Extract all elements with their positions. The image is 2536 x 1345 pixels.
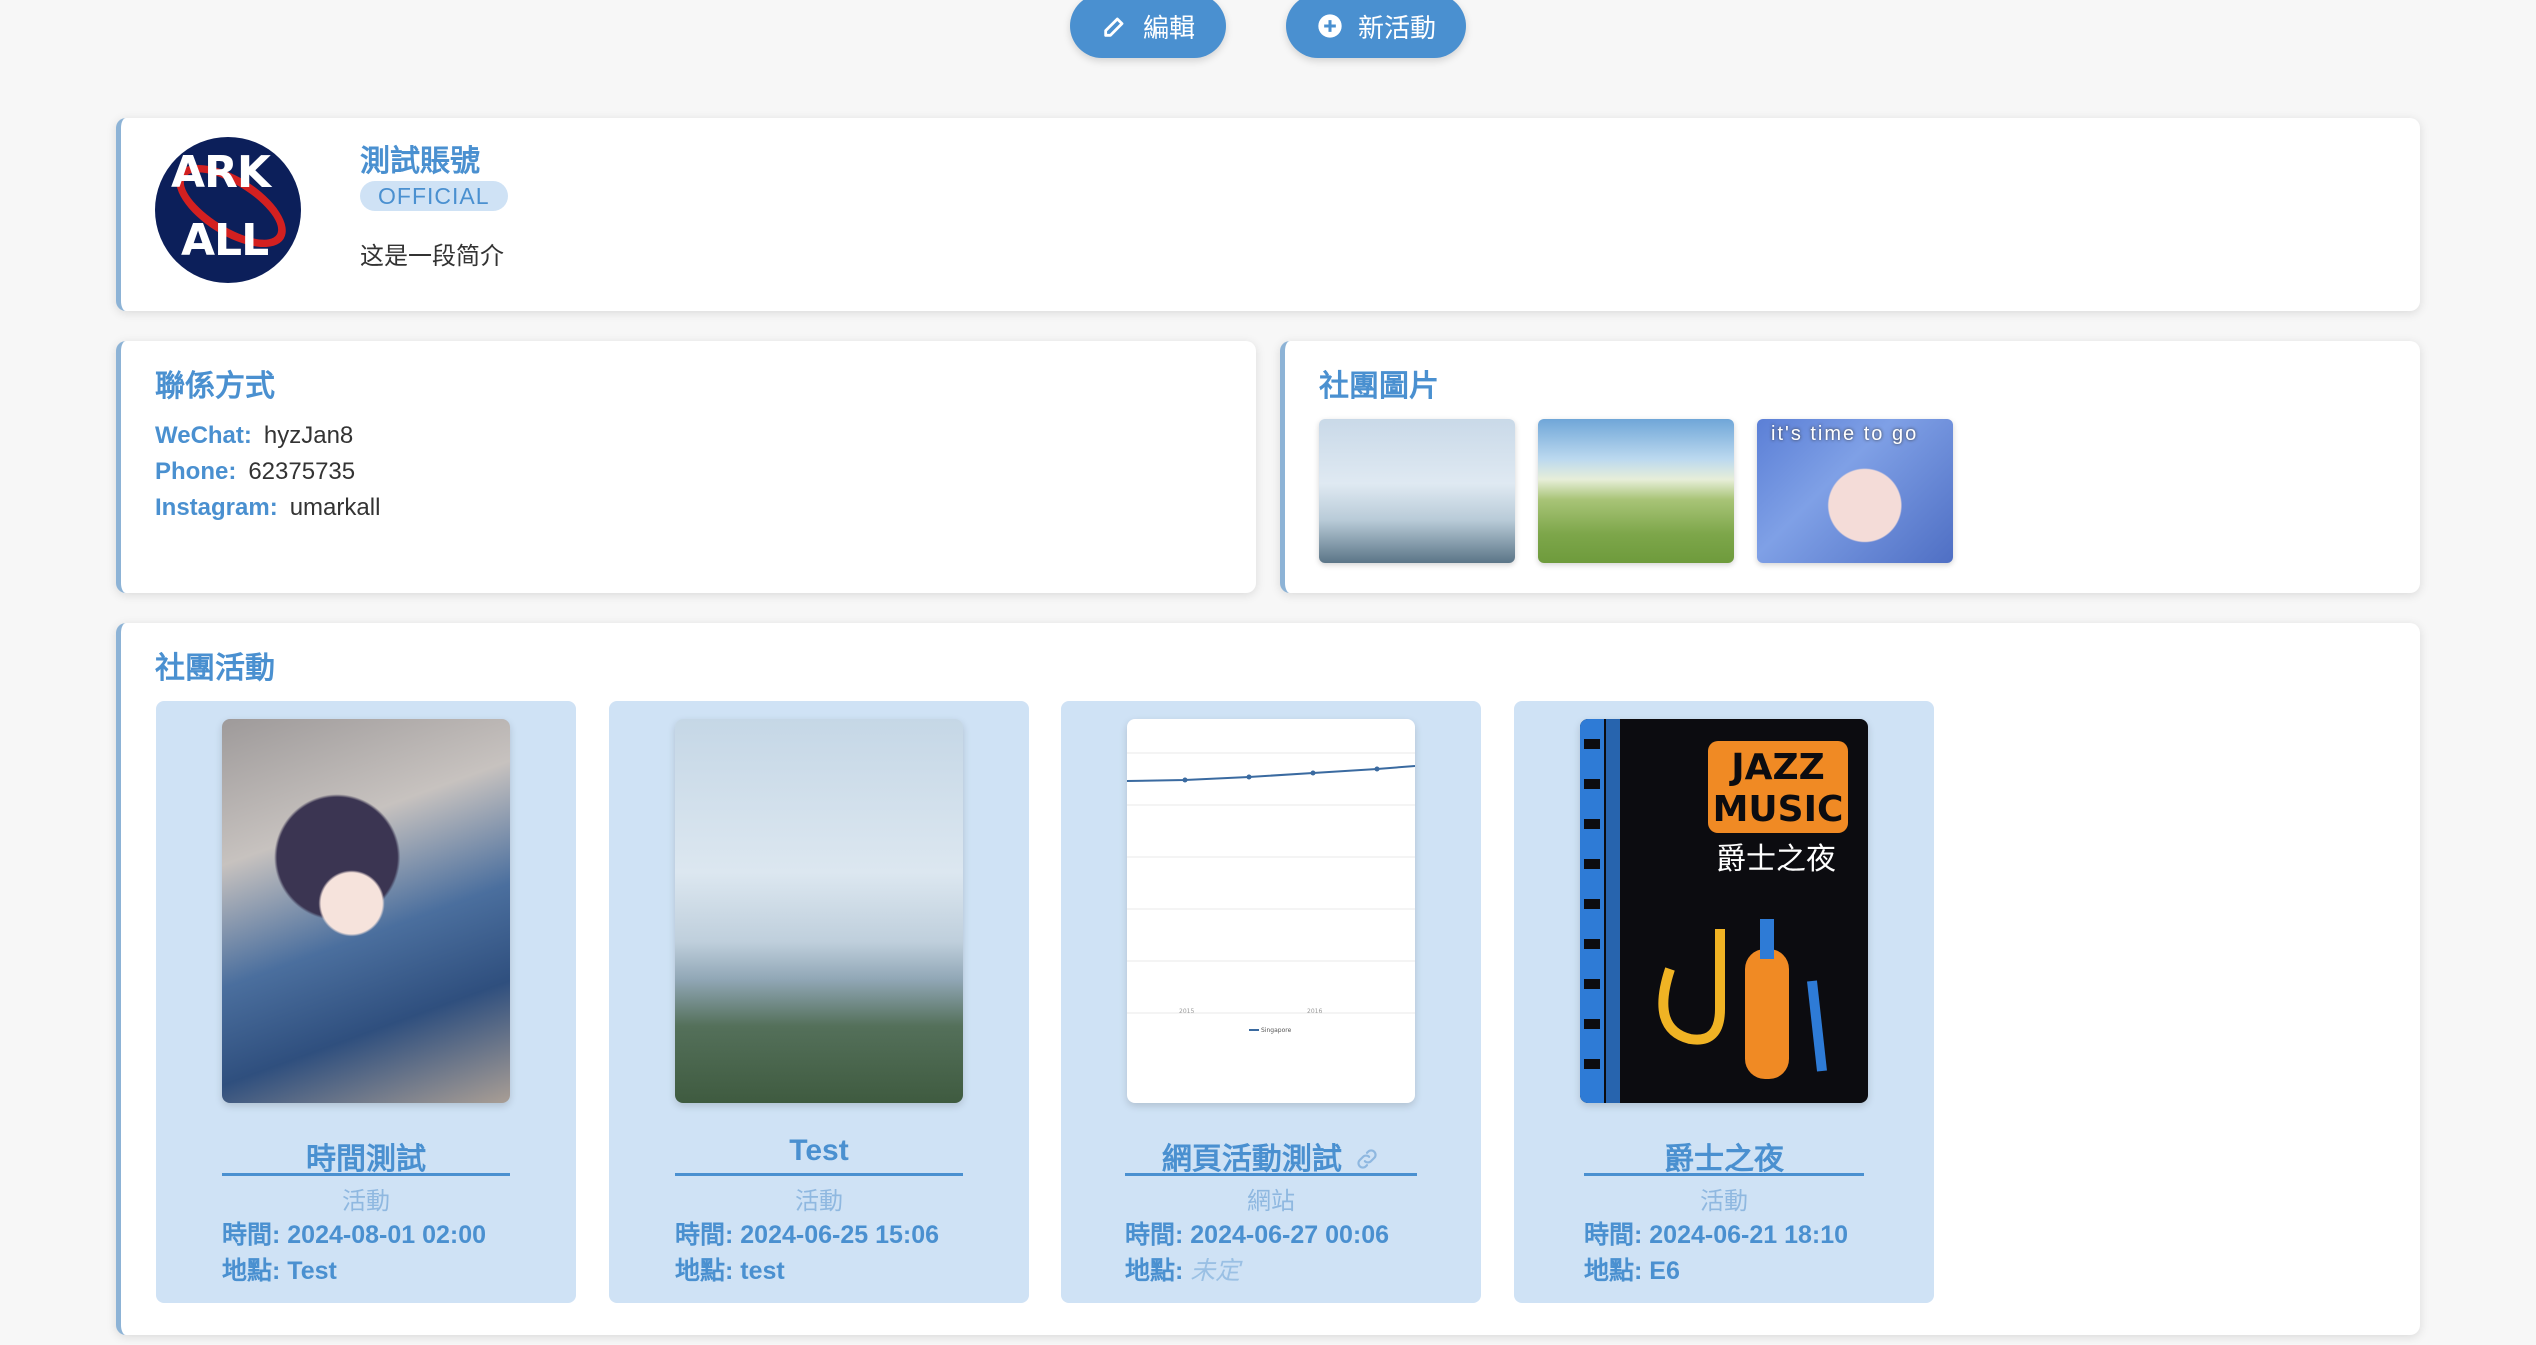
- event-place: 地點: Test: [222, 1251, 337, 1287]
- event-type: 網站: [1247, 1188, 1295, 1215]
- event-title-underline: [1584, 1173, 1864, 1176]
- event-image: [222, 719, 510, 1103]
- chart-tick: 2015: [1179, 1008, 1194, 1015]
- top-toolbar: 編輯 新活動: [0, 0, 2536, 60]
- event-title[interactable]: 時間測試: [156, 1134, 576, 1178]
- event-card[interactable]: 時間測試 活動 時間: 2024-08-01 02:00 地點: Test: [156, 701, 576, 1303]
- place-label: 地點:: [222, 1257, 281, 1285]
- event-title-underline: [222, 1173, 510, 1176]
- contact-title: 聯係方式: [155, 370, 275, 403]
- place-value: E6: [1649, 1257, 1680, 1285]
- place-value: Test: [287, 1257, 337, 1285]
- event-image: 2015 2016 Singapore: [1127, 719, 1415, 1103]
- event-time: 時間: 2024-08-01 02:00: [222, 1215, 486, 1251]
- avatar-text-top: ARK: [171, 147, 271, 198]
- photo-thumbnail[interactable]: [1538, 419, 1734, 563]
- profile-bio: 这是一段简介: [360, 243, 504, 270]
- event-place: 地點: 未定: [1125, 1251, 1240, 1287]
- event-title[interactable]: 網頁活動測試: [1061, 1134, 1481, 1178]
- events-card: 社團活動 時間測試 活動 時間: 2024-08-01 02:00 地點: Te…: [116, 623, 2420, 1335]
- event-place: 地點: test: [675, 1251, 785, 1287]
- event-title-underline: [1125, 1173, 1417, 1176]
- event-card[interactable]: Test 活動 時間: 2024-06-25 15:06 地點: test: [609, 701, 1029, 1303]
- contact-wechat: WeChat: hyzJan8: [155, 422, 353, 450]
- contact-key: Instagram:: [155, 494, 278, 521]
- event-time: 時間: 2024-06-27 00:06: [1125, 1215, 1389, 1251]
- time-label: 時間:: [675, 1221, 734, 1249]
- new-event-button[interactable]: 新活動: [1286, 0, 1466, 58]
- event-type: 活動: [342, 1188, 390, 1215]
- avatar: ARK ALL: [155, 137, 301, 283]
- event-card[interactable]: JAZZ MUSIC 爵士之夜 爵士之夜 活動 時間: 2024-06-21 1…: [1514, 701, 1934, 1303]
- contact-value: umarkall: [289, 494, 381, 521]
- event-place: 地點: E6: [1584, 1251, 1680, 1287]
- poster-line1: JAZZ: [1728, 747, 1824, 788]
- contact-value: hyzJan8: [263, 422, 354, 449]
- event-title-underline: [675, 1173, 963, 1176]
- place-label: 地點:: [675, 1257, 734, 1285]
- time-label: 時間:: [1125, 1221, 1184, 1249]
- photo-thumbnail[interactable]: it's time to go: [1757, 419, 1953, 563]
- event-type: 活動: [1700, 1188, 1748, 1215]
- edit-button[interactable]: 編輯: [1070, 0, 1226, 58]
- photos-card: 社團圖片 it's time to go: [1280, 341, 2420, 593]
- edit-icon: [1104, 17, 1124, 37]
- edit-button-label: 編輯: [1142, 12, 1195, 43]
- place-value: test: [740, 1257, 785, 1285]
- official-badge: OFFICIAL: [360, 181, 508, 211]
- poster-line2: MUSIC: [1713, 789, 1844, 830]
- photo-caption: it's time to go: [1771, 423, 1919, 445]
- time-label: 時間:: [222, 1221, 281, 1249]
- place-value: 未定: [1190, 1257, 1241, 1285]
- event-title[interactable]: 爵士之夜: [1514, 1134, 1934, 1178]
- events-title: 社團活動: [155, 652, 275, 685]
- avatar-text-bottom: ALL: [181, 215, 269, 266]
- poster-subtitle: 爵士之夜: [1716, 842, 1836, 877]
- event-card[interactable]: 2015 2016 Singapore 網頁活動測試 網站 時間: 2024-0…: [1061, 701, 1481, 1303]
- place-label: 地點:: [1584, 1257, 1643, 1285]
- time-label: 時間:: [1584, 1221, 1643, 1249]
- plus-circle-icon: [1318, 14, 1342, 38]
- link-icon[interactable]: [1354, 1146, 1380, 1172]
- chart-legend: Singapore: [1261, 1027, 1292, 1034]
- new-event-button-label: 新活動: [1357, 12, 1436, 43]
- jazz-poster: JAZZ MUSIC 爵士之夜: [1580, 719, 1848, 1103]
- time-value: 2024-06-27 00:06: [1190, 1221, 1390, 1249]
- event-title-text: 網頁活動測試: [1161, 1143, 1342, 1176]
- photo-thumbnail[interactable]: [1319, 419, 1515, 563]
- event-type: 活動: [795, 1188, 843, 1215]
- event-title[interactable]: Test: [609, 1134, 1029, 1168]
- contact-key: WeChat:: [155, 422, 252, 449]
- event-image: JAZZ MUSIC 爵士之夜: [1580, 719, 1868, 1103]
- contact-phone: Phone: 62375735: [155, 458, 355, 486]
- event-time: 時間: 2024-06-21 18:10: [1584, 1215, 1848, 1251]
- contact-card: 聯係方式 WeChat: hyzJan8 Phone: 62375735 Ins…: [116, 341, 1256, 593]
- photos-title: 社團圖片: [1319, 370, 1439, 403]
- event-image: [675, 719, 963, 1103]
- profile-card: ARK ALL 測試賬號 OFFICIAL 这是一段简介: [116, 118, 2420, 311]
- place-label: 地點:: [1125, 1257, 1184, 1285]
- contact-value: 62375735: [248, 458, 356, 485]
- chart-thumbnail: 2015 2016 Singapore: [1127, 752, 1415, 1034]
- chart-tick: 2016: [1307, 1008, 1322, 1015]
- account-name: 測試賬號: [360, 145, 480, 178]
- contact-instagram: Instagram: umarkall: [155, 494, 380, 522]
- time-value: 2024-06-21 18:10: [1649, 1221, 1849, 1249]
- event-time: 時間: 2024-06-25 15:06: [675, 1215, 939, 1251]
- time-value: 2024-08-01 02:00: [287, 1221, 487, 1249]
- contact-key: Phone:: [155, 458, 237, 485]
- time-value: 2024-06-25 15:06: [740, 1221, 940, 1249]
